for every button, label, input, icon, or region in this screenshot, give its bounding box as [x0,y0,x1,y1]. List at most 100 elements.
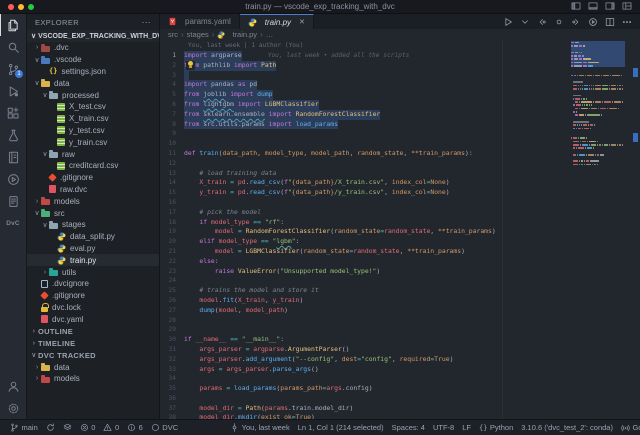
line-number[interactable]: 11 [160,149,184,159]
tree-item-settings.json[interactable]: {}settings.json [27,66,159,78]
activity-item-notebook[interactable] [0,146,26,168]
toggle-panel-icon[interactable] [588,0,598,16]
line-number[interactable]: 13 [160,169,184,179]
activity-item-explorer[interactable] [0,14,26,36]
tree-item-raw.dvc[interactable]: raw.dvc [27,184,159,196]
customize-layout-icon[interactable] [622,0,632,16]
line-number[interactable]: 27 [160,306,184,316]
line-number[interactable]: 38 [160,413,184,419]
activity-item-settings[interactable] [0,397,26,419]
activity-item-run-debug[interactable] [0,80,26,102]
line-number[interactable]: 19 [160,227,184,237]
tree-item-.gitignore[interactable]: .gitignore [27,290,159,302]
status-commit[interactable]: You, last week [226,423,294,432]
tree-root-folder[interactable]: ∨ VSCODE_EXP_TRACKING_WITH_DVC [27,30,159,42]
activity-item-account[interactable] [0,375,26,397]
section-timeline[interactable]: ›TIMELINE [27,337,159,349]
sidebar-more-actions-icon[interactable]: ⋯ [142,17,151,28]
line-number[interactable]: 24 [160,276,184,286]
more-icon[interactable] [622,17,632,27]
line-number[interactable]: 5 [160,90,184,100]
breadcrumb-item[interactable]: train.py [232,30,257,39]
breadcrumb-item[interactable]: stages [187,30,209,39]
minimize-window-button[interactable] [18,4,24,10]
tree-item-data-split.py[interactable]: data_split.py [27,231,159,243]
line-number[interactable]: 4 [160,80,184,90]
activity-item-testing[interactable] [0,124,26,146]
line-number[interactable]: 33 [160,365,184,375]
line-number[interactable]: 8 [160,120,184,130]
line-number[interactable]: 35 [160,384,184,394]
activity-item-dvc[interactable]: DvC [0,212,26,234]
activity-item-source-control[interactable]: 1 [0,58,26,80]
line-number[interactable]: 20 [160,237,184,247]
status-broadcast[interactable]: Go Live [617,423,640,432]
line-number[interactable]: 1 [160,51,184,61]
tree-item-data[interactable]: ∨data [27,77,159,89]
activity-item-docs[interactable] [0,190,26,212]
line-number[interactable]: 34 [160,374,184,384]
line-number[interactable]: 28 [160,316,184,326]
line-number[interactable]: 29 [160,325,184,335]
tree-item-models[interactable]: ›models [27,373,159,385]
tree-item-.dvcignore[interactable]: .dvcignore [27,278,159,290]
breadcrumb-item[interactable]: src [168,30,178,39]
section-dvc-tracked[interactable]: ∨DVC TRACKED [27,349,159,361]
status-3-10-6-dvc-test-2-conda-[interactable]: 3.10.6 ('dvc_test_2': conda) [517,423,617,432]
status-branch[interactable]: main [6,423,42,432]
line-number[interactable]: 32 [160,355,184,365]
line-number[interactable]: 22 [160,257,184,267]
chevron-down-icon[interactable] [520,17,530,27]
line-number[interactable]: 30 [160,335,184,345]
line-number[interactable]: 14 [160,178,184,188]
window-controls[interactable] [0,4,34,10]
tab-train-py[interactable]: train.py✕ [240,14,314,29]
tree-item-raw[interactable]: ∨raw [27,148,159,160]
tree-item-y-train.csv[interactable]: y_train.csv [27,136,159,148]
status-sync[interactable] [42,423,59,432]
close-icon[interactable]: ✕ [299,18,305,26]
line-number[interactable]: 26 [160,296,184,306]
prev-change-icon[interactable] [537,17,547,27]
run-icon[interactable] [503,17,513,27]
tree-item-train.py[interactable]: train.py [27,254,159,266]
lightbulb-icon[interactable] [186,61,195,70]
overview-ruler[interactable] [626,40,640,419]
tree-item-X-train.csv[interactable]: X_train.csv [27,113,159,125]
status-spaces-4[interactable]: Spaces: 4 [388,423,429,432]
run-below-icon[interactable] [588,17,598,27]
zoom-window-button[interactable] [28,4,34,10]
tree-item-eval.py[interactable]: eval.py [27,243,159,255]
toggle-sidebar-icon[interactable] [571,0,581,16]
line-number[interactable]: 9 [160,129,184,139]
tree-item-.gitignore[interactable]: .gitignore [27,172,159,184]
tree-item-dvc.lock[interactable]: dvc.lock [27,302,159,314]
activity-item-pending-run[interactable] [0,168,26,190]
status-lf[interactable]: LF [458,423,475,432]
tree-item-utils[interactable]: ›utils [27,266,159,278]
status-info[interactable]: 6 [123,423,147,432]
tree-item-creditcard.csv[interactable]: creditcard.csv [27,160,159,172]
line-number[interactable]: 31 [160,345,184,355]
code-editor[interactable]: You, last week | 1 author (You) 1import … [160,40,640,419]
line-number[interactable]: 16 [160,198,184,208]
layout-controls[interactable] [571,0,640,16]
line-number[interactable]: 2 [160,61,184,71]
line-number[interactable]: 6 [160,100,184,110]
status-layers[interactable] [59,423,76,432]
tab-params-yaml[interactable]: params.yaml [160,14,240,29]
toggle-secondary-sidebar-icon[interactable] [605,0,615,16]
tree-item-.dvc[interactable]: ›.dvc [27,42,159,54]
tree-item-dvc.yaml[interactable]: dvc.yaml [27,313,159,325]
tree-item-y-test.csv[interactable]: y_test.csv [27,125,159,137]
line-number[interactable]: 21 [160,247,184,257]
status-error[interactable]: 0 [76,423,100,432]
minimap[interactable] [571,41,625,166]
status-utf-8[interactable]: UTF-8 [429,423,458,432]
line-number[interactable]: 3 [160,71,184,81]
line-number[interactable]: 37 [160,404,184,414]
tree-item-src[interactable]: ∨src [27,207,159,219]
line-number[interactable]: 36 [160,394,184,404]
tree-item-.vscode[interactable]: ∨.vscode [27,54,159,66]
close-window-button[interactable] [8,4,14,10]
